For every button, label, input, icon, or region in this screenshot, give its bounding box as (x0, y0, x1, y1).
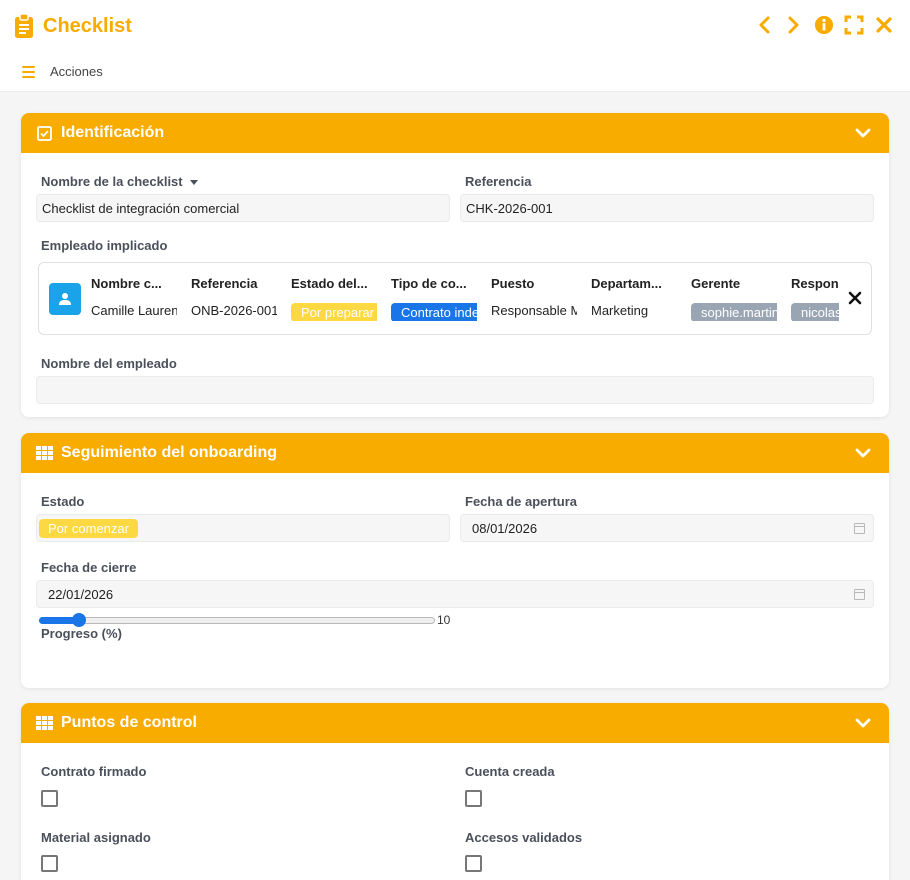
caret-down-icon[interactable] (189, 180, 198, 186)
window-controls (754, 13, 894, 37)
grid-icon (35, 715, 53, 731)
employee-col-department: Departam... Marketing (591, 276, 662, 318)
checklist-name-field[interactable]: Checklist de integración comercial (36, 194, 450, 222)
employee-col-manager: Gerente sophie.martin (691, 276, 777, 321)
cuenta-creada-label: Cuenta creada (465, 764, 555, 779)
slider-track[interactable] (39, 617, 435, 624)
employee-col-status: Estado del... Por preparar (291, 276, 377, 321)
section-title: Seguimiento del onboarding (61, 444, 277, 461)
employee-col-position: Puesto Responsable Marketing (491, 276, 577, 318)
identificacion-panel: Identificación Nombre de la checklist Ch… (21, 113, 889, 417)
seguimiento-header[interactable]: Seguimiento del onboarding (21, 433, 889, 473)
employee-label: Empleado implicado (41, 238, 168, 253)
contrato-firmado-checkbox[interactable] (41, 790, 58, 807)
employee-col-name: Nombre c... Camille Laurent (91, 276, 177, 318)
apertura-label: Fecha de apertura (465, 494, 577, 509)
contract-badge: Contrato indefinido (391, 303, 477, 321)
title-row: Checklist (14, 12, 132, 40)
slider-thumb[interactable] (72, 613, 86, 627)
section-title: Identificación (61, 124, 165, 141)
manager-badge: sophie.martin (691, 303, 777, 321)
progreso-label: Progreso (%) (41, 626, 122, 641)
material-asignado-checkbox[interactable] (41, 855, 58, 872)
chevron-right-icon[interactable] (784, 13, 804, 37)
responsible-badge: nicolas (791, 303, 839, 321)
close-icon[interactable] (874, 13, 894, 37)
hamburger-icon[interactable] (22, 65, 35, 78)
seguimiento-panel: Seguimiento del onboarding Estado Por co… (21, 433, 889, 688)
calendar-icon[interactable] (854, 589, 865, 600)
employee-card[interactable]: Nombre c... Camille Laurent Referencia O… (38, 262, 872, 335)
employee-name-label: Nombre del empleado (41, 356, 177, 371)
actions-label[interactable]: Acciones (50, 64, 103, 79)
checkbox-icon (35, 125, 53, 141)
apertura-date-field[interactable]: 08/01/2026 (460, 514, 874, 542)
puntos-panel: Puntos de control Contrato firmado Cuent… (21, 703, 889, 880)
material-asignado-label: Material asignado (41, 830, 151, 845)
window-header: Checklist Acciones (0, 0, 910, 92)
checklist-name-label[interactable]: Nombre de la checklist (41, 174, 198, 189)
reference-label: Referencia (465, 174, 532, 189)
chevron-left-icon[interactable] (754, 13, 774, 37)
remove-employee-icon[interactable] (848, 291, 862, 305)
cuenta-creada-checkbox[interactable] (465, 790, 482, 807)
progress-slider[interactable] (39, 613, 435, 627)
actions-menu[interactable]: Acciones (22, 64, 103, 79)
grid-icon (35, 445, 53, 461)
accesos-validados-checkbox[interactable] (465, 855, 482, 872)
calendar-icon[interactable] (854, 523, 865, 534)
progress-value: 10 (437, 613, 451, 627)
identificacion-header[interactable]: Identificación (21, 113, 889, 153)
reference-field[interactable]: CHK-2026-001 (460, 194, 874, 222)
puntos-header[interactable]: Puntos de control (21, 703, 889, 743)
cierre-date-field[interactable]: 22/01/2026 (36, 580, 874, 608)
chevron-down-icon[interactable] (855, 445, 871, 461)
employee-col-responsible: Respon nicolas (791, 276, 839, 321)
section-title: Puntos de control (61, 714, 197, 731)
estado-field[interactable]: Por comenzar (36, 514, 450, 542)
estado-badge: Por comenzar (39, 518, 138, 538)
employee-col-contract: Tipo de co... Contrato indefinido (391, 276, 477, 321)
estado-label: Estado (41, 494, 85, 509)
cierre-label: Fecha de cierre (41, 560, 137, 575)
status-badge: Por preparar (291, 303, 377, 321)
chevron-down-icon[interactable] (855, 715, 871, 731)
employee-col-reference: Referencia ONB-2026-001 (191, 276, 277, 318)
chevron-down-icon[interactable] (855, 125, 871, 141)
employee-name-field[interactable] (36, 376, 874, 404)
clipboard-icon (14, 13, 34, 39)
user-icon (49, 283, 81, 315)
expand-icon[interactable] (844, 13, 864, 37)
info-icon[interactable] (814, 13, 834, 37)
contrato-firmado-label: Contrato firmado (41, 764, 147, 779)
app-title: Checklist (43, 14, 132, 37)
accesos-validados-label: Accesos validados (465, 830, 583, 845)
